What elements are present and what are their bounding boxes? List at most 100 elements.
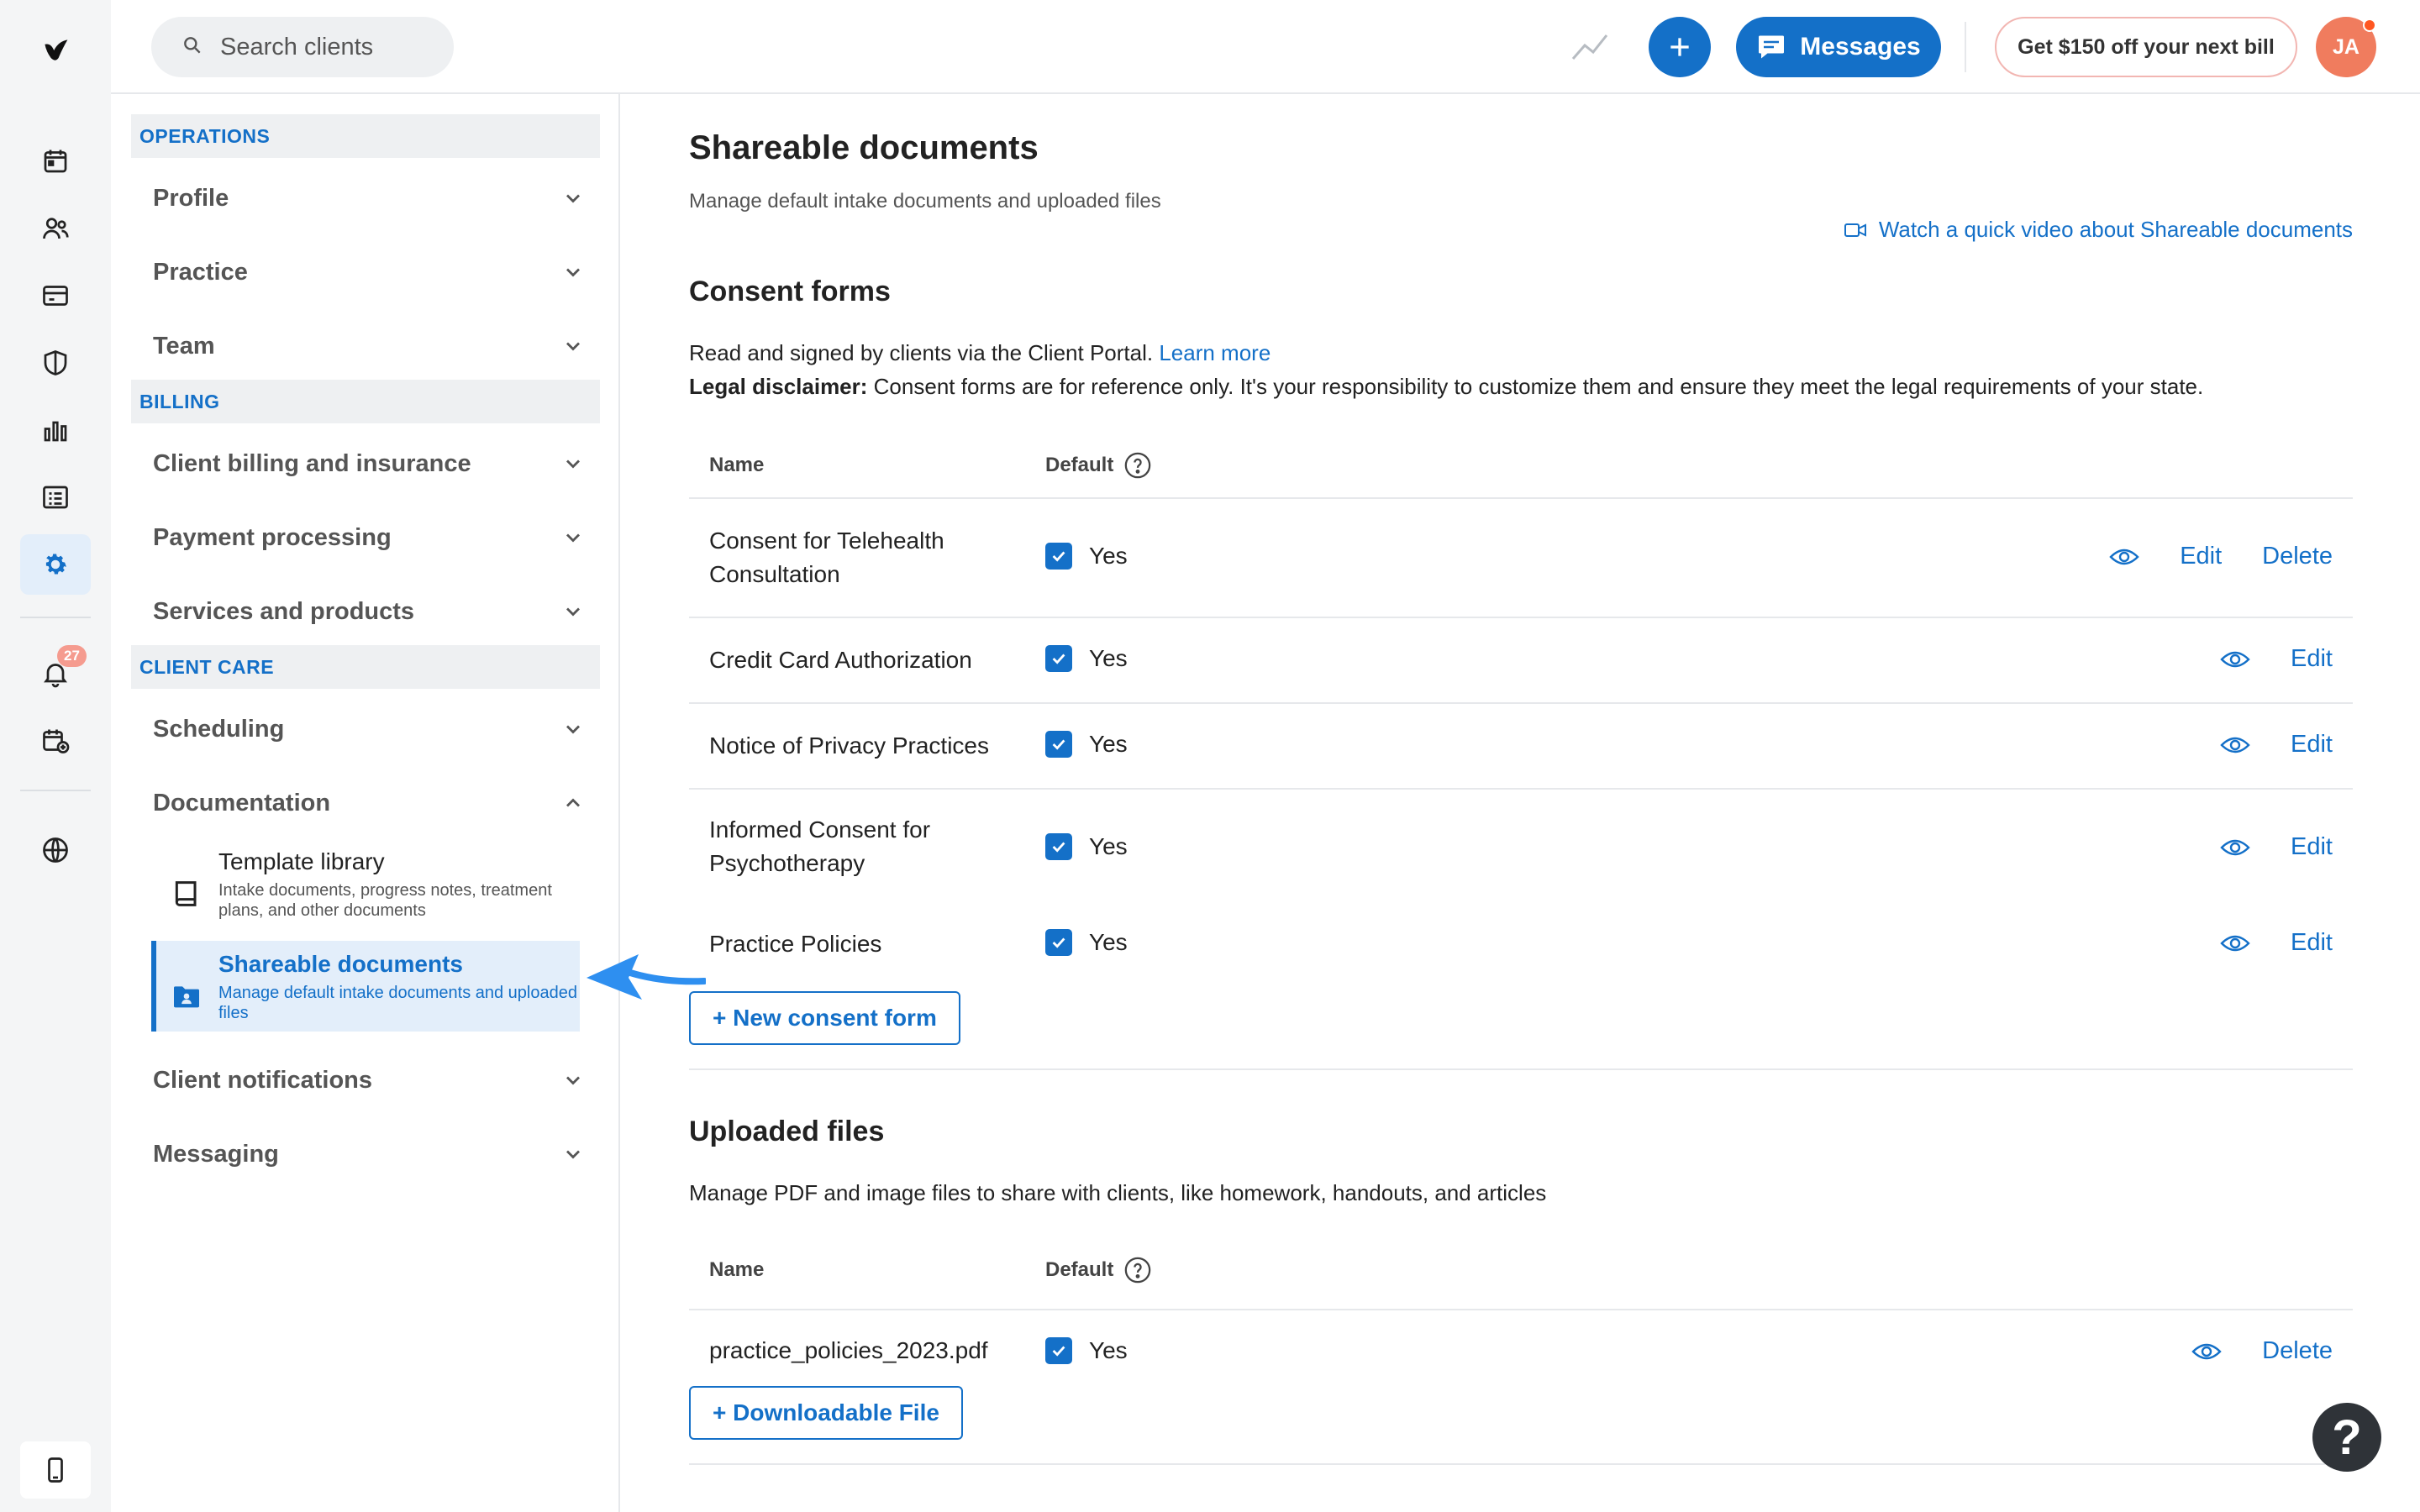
nav-item-client-notifications[interactable]: Client notifications (131, 1043, 600, 1117)
search-box[interactable] (151, 17, 454, 77)
nav-item-label: Scheduling (153, 715, 285, 743)
default-checkbox[interactable] (1045, 543, 1072, 570)
nav-item-label: Documentation (153, 789, 331, 816)
notifications-bell-icon[interactable]: 27 (30, 645, 87, 699)
activity-list-icon[interactable] (30, 472, 81, 522)
default-cell: Yes (1045, 543, 1128, 570)
quick-add-button[interactable] (1649, 17, 1711, 77)
edit-link[interactable]: Edit (2291, 833, 2333, 861)
table-row: Consent for Telehealth Consultation Yes … (689, 497, 2353, 617)
nav-item-documentation[interactable]: Documentation (131, 766, 600, 840)
preview-eye-icon[interactable] (2220, 932, 2250, 955)
delete-link[interactable]: Delete (2262, 543, 2333, 570)
chevron-down-icon (566, 342, 580, 351)
subitem-shareable-documents[interactable]: Shareable documents Manage default intak… (151, 941, 580, 1032)
delete-link[interactable]: Delete (2262, 1337, 2333, 1365)
analytics-icon[interactable] (30, 405, 81, 455)
nav-item-team[interactable]: Team (131, 309, 600, 383)
messages-button[interactable]: Messages (1736, 17, 1941, 77)
preview-eye-icon[interactable] (2220, 733, 2250, 757)
topbar-divider (1965, 22, 1966, 72)
default-value: Yes (1089, 833, 1128, 859)
chevron-down-icon (566, 1150, 580, 1159)
section-header-billing: BILLING (131, 380, 600, 423)
subitem-template-library[interactable]: Template library Intake documents, progr… (151, 838, 580, 929)
default-checkbox[interactable] (1045, 929, 1072, 956)
calendar-icon[interactable] (30, 136, 81, 186)
chevron-down-icon (566, 725, 580, 734)
default-checkbox[interactable] (1045, 731, 1072, 758)
default-cell: Yes (1045, 731, 1128, 758)
help-circle-icon[interactable] (1123, 1256, 1152, 1284)
mobile-app-icon[interactable] (20, 1441, 91, 1499)
row-actions: Edit (2220, 929, 2333, 957)
default-value: Yes (1089, 731, 1128, 757)
column-header-name: Name (709, 1258, 765, 1281)
edit-link[interactable]: Edit (2180, 543, 2222, 570)
default-checkbox[interactable] (1045, 833, 1072, 860)
nav-item-label: Client billing and insurance (153, 449, 471, 477)
globe-icon[interactable] (30, 825, 81, 875)
document-name: Credit Card Authorization (709, 647, 972, 673)
nav-item-client-billing[interactable]: Client billing and insurance (131, 427, 600, 501)
column-header-default: Default (1045, 1235, 1152, 1305)
nav-item-label: Payment processing (153, 523, 392, 551)
edit-link[interactable]: Edit (2291, 645, 2333, 673)
schedule-add-icon[interactable] (30, 716, 81, 766)
uploaded-files-intro: Manage PDF and image files to share with… (689, 1180, 1547, 1205)
learn-more-link[interactable]: Learn more (1159, 340, 1270, 365)
default-checkbox[interactable] (1045, 645, 1072, 672)
billing-card-icon[interactable] (30, 270, 81, 321)
edit-link[interactable]: Edit (2291, 731, 2333, 759)
notification-count-badge: 27 (57, 645, 87, 667)
nav-item-messaging[interactable]: Messaging (131, 1117, 600, 1191)
default-cell: Yes (1045, 645, 1128, 672)
file-name: practice_policies_2023.pdf (709, 1337, 988, 1363)
section-header-operations: OPERATIONS (131, 114, 600, 158)
uploaded-files-table: Name Default practice_policies_2023.pdf … (689, 1235, 2353, 1403)
help-circle-icon[interactable] (1123, 451, 1152, 480)
section-divider (689, 1463, 2353, 1465)
default-cell: Yes (1045, 929, 1128, 956)
preview-eye-icon[interactable] (2220, 648, 2250, 671)
section-header-client-care: CLIENT CARE (131, 645, 600, 689)
edit-link[interactable]: Edit (2291, 929, 2333, 957)
table-row: practice_policies_2023.pdf Yes Delete (689, 1309, 2353, 1393)
preview-eye-icon[interactable] (2191, 1340, 2222, 1363)
watch-video-link[interactable]: Watch a quick video about Shareable docu… (1844, 217, 2353, 243)
nav-item-payment-processing[interactable]: Payment processing (131, 501, 600, 575)
legal-disclaimer-label: Legal disclaimer: (689, 374, 868, 399)
nav-item-profile[interactable]: Profile (131, 161, 600, 235)
row-actions: Edit Delete (2109, 543, 2333, 570)
book-icon (170, 875, 203, 912)
subitem-description: Intake documents, progress notes, treatm… (218, 881, 552, 920)
clients-icon[interactable] (30, 203, 81, 254)
help-button[interactable]: ? (2312, 1403, 2381, 1472)
new-consent-form-button[interactable]: + New consent form (689, 991, 960, 1045)
logo-icon[interactable] (30, 25, 81, 76)
subitem-title: Shareable documents (218, 951, 463, 977)
nav-item-scheduling[interactable]: Scheduling (131, 692, 600, 766)
watch-video-label: Watch a quick video about Shareable docu… (1878, 217, 2353, 242)
nav-item-services[interactable]: Services and products (131, 575, 600, 648)
row-actions: Edit (2220, 645, 2333, 673)
preview-eye-icon[interactable] (2109, 545, 2139, 569)
document-name: Informed Consent for Psychotherapy (709, 816, 931, 876)
table-row: Credit Card Authorization Yes Edit (689, 617, 2353, 702)
column-header-default-label: Default (1045, 1258, 1114, 1281)
preview-eye-icon[interactable] (2220, 836, 2250, 859)
insurance-shield-icon[interactable] (30, 338, 81, 388)
nav-item-practice[interactable]: Practice (131, 235, 600, 309)
icon-rail: 27 (0, 0, 111, 1512)
legal-disclaimer-text: Consent forms are for reference only. It… (873, 374, 2204, 399)
trend-chart-icon[interactable] (1570, 29, 1610, 66)
search-input[interactable] (220, 33, 439, 61)
table-row: Informed Consent for Psychotherapy Yes E… (689, 788, 2353, 907)
default-checkbox[interactable] (1045, 1337, 1072, 1364)
row-actions: Edit (2220, 731, 2333, 759)
messages-button-label: Messages (1800, 33, 1921, 60)
settings-gear-icon[interactable] (20, 534, 91, 595)
referral-promo-button[interactable]: Get $150 off your next bill (1995, 17, 2297, 77)
consent-forms-intro: Read and signed by clients via the Clien… (689, 336, 2353, 403)
add-downloadable-file-button[interactable]: + Downloadable File (689, 1386, 963, 1440)
